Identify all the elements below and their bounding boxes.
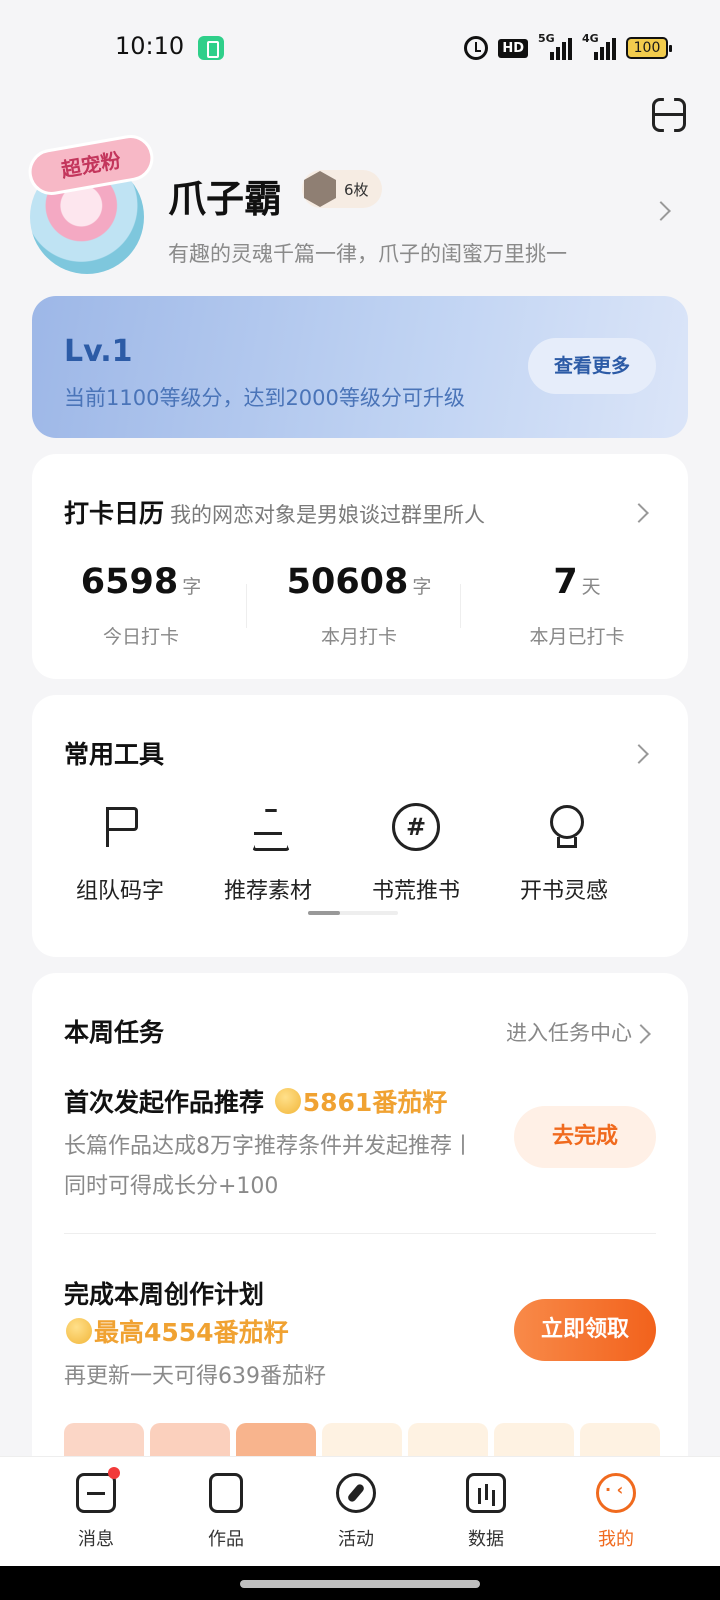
nav-works[interactable]: 作品 (176, 1473, 276, 1551)
nav-data[interactable]: 数据 (436, 1473, 536, 1551)
tool-recommended-material[interactable]: 推荐素材 (198, 803, 338, 905)
status-icons: HD 5G 4G 100 (464, 32, 672, 62)
nav-label: 消息 (78, 1529, 114, 1550)
coin-icon (274, 1088, 301, 1114)
message-icon (76, 1473, 116, 1513)
nav-label: 我的 (598, 1529, 634, 1550)
stat-value: 7 (553, 562, 578, 602)
stat-unit: 字 (182, 576, 202, 598)
compass-icon (336, 1473, 376, 1513)
divider (460, 584, 461, 628)
task-center-chevron-icon[interactable] (631, 1024, 651, 1044)
scroll-thumb (308, 911, 340, 915)
weekly-tasks-title: 本周任务 (64, 1018, 165, 1047)
go-complete-button[interactable]: 去完成 (514, 1106, 656, 1168)
medal-count: 6枚 (344, 181, 369, 199)
hashtag-icon: # (392, 803, 440, 851)
lightbulb-icon (540, 803, 588, 851)
nav-activities[interactable]: 活动 (306, 1473, 406, 1551)
view-more-button[interactable]: 查看更多 (528, 338, 656, 394)
nav-label: 活动 (338, 1529, 374, 1550)
chart-icon (466, 1473, 506, 1513)
checkin-calendar-card[interactable]: 打卡日历 我的网恋对象是男娘谈过群里所人 6598 字 今日打卡 50608 字 本月… (32, 454, 688, 679)
weekly-tasks-card: 本周任务 进入任务中心 首次发起作品推荐 5861番茄籽 长篇作品达成8万字推荐… (32, 973, 688, 1493)
stat-month: 50608 字 本月打卡 (250, 562, 468, 649)
stat-days: 7天 本月已打卡 (468, 562, 686, 649)
level-title: Lv.1 (64, 334, 133, 369)
stat-label: 今日打卡 (102, 626, 179, 648)
home-indicator[interactable] (240, 1580, 480, 1588)
tool-writing-inspiration[interactable]: 开书灵感 (494, 803, 634, 905)
task-center-link[interactable]: 进入任务中心 (506, 1017, 632, 1047)
task-name-row: 首次发起作品推荐 5861番茄籽 (64, 1083, 447, 1119)
task-reward-row: 最高4554番茄籽 (64, 1313, 289, 1349)
hd-icon: HD (498, 38, 528, 58)
claim-now-button[interactable]: 立即领取 (514, 1299, 656, 1361)
divider (64, 1233, 656, 1234)
bottom-nav: 消息 作品 活动 数据 我的 (0, 1456, 720, 1566)
status-time: 10:10 (115, 32, 185, 60)
medal-badge[interactable]: 6枚 (302, 170, 382, 208)
stat-label: 本月打卡 (320, 626, 397, 648)
stat-value: 6598 (80, 562, 179, 602)
tool-team-writing[interactable]: 组队码字 (50, 803, 190, 905)
stat-value: 50608 (286, 562, 409, 602)
works-icon (209, 1473, 243, 1513)
signal-4g-icon: 4G (582, 32, 616, 60)
tool-label: 组队码字 (75, 879, 164, 904)
stat-label: 本月已打卡 (529, 626, 625, 648)
scan-icon[interactable] (652, 98, 686, 132)
tool-label: 开书灵感 (519, 879, 608, 904)
profile-bio: 有趣的灵魂千篇一律，爪子的闺蜜万里挑一 (168, 242, 567, 266)
nav-messages[interactable]: 消息 (46, 1467, 146, 1551)
tool-label: 推荐素材 (223, 879, 312, 904)
tools-chevron-right-icon[interactable] (629, 744, 649, 764)
checkin-title: 打卡日历 (64, 499, 165, 528)
task-description: 长篇作品达成8万字推荐条件并发起推荐丨同时可得成长分+100 (64, 1134, 474, 1199)
coin-icon (66, 1318, 92, 1344)
battery-saver-icon (198, 36, 224, 60)
battery-icon: 100 (626, 37, 672, 59)
nav-label: 数据 (468, 1529, 504, 1550)
divider (246, 584, 247, 628)
tools-title: 常用工具 (64, 740, 165, 769)
level-description: 当前1100等级分，达到2000等级分可升级 (64, 386, 465, 410)
flask-icon (244, 803, 292, 851)
stat-unit: 字 (412, 576, 432, 598)
checkin-subtitle: 我的网恋对象是男娘谈过群里所人 (170, 503, 486, 527)
tool-book-recommendation[interactable]: # 书荒推书 (346, 803, 486, 905)
tool-label: 书荒推书 (371, 879, 460, 904)
tools-card: 常用工具 组队码字 推荐素材 # 书荒推书 开书灵感 (32, 695, 688, 957)
network-5g-label: 5G (538, 32, 555, 45)
network-4g-label: 4G (582, 32, 599, 45)
checkin-chevron-right-icon[interactable] (629, 503, 649, 523)
profile-icon (596, 1473, 636, 1513)
stat-unit: 天 (581, 576, 601, 598)
task-reward: 5861番茄籽 (302, 1088, 448, 1117)
nav-mine[interactable]: 我的 (566, 1473, 666, 1551)
stat-today: 6598 字 今日打卡 (32, 562, 250, 649)
task-name: 首次发起作品推荐 (64, 1088, 265, 1117)
unread-dot (108, 1467, 120, 1479)
nav-label: 作品 (208, 1529, 244, 1550)
username: 爪子霸 (168, 177, 283, 221)
status-bar: 10:10 HD 5G 4G 100 (0, 0, 720, 96)
medal-icon (304, 171, 336, 207)
task-reward: 最高4554番茄籽 (94, 1318, 289, 1347)
task-name: 完成本周创作计划 (64, 1280, 265, 1309)
profile-chevron-right-icon[interactable] (651, 201, 671, 221)
tools-scroll-indicator (308, 911, 398, 915)
alarm-icon (464, 36, 489, 60)
task-description: 再更新一天可得639番茄籽 (64, 1364, 326, 1389)
signal-5g-icon: 5G (538, 32, 572, 60)
flag-icon (96, 803, 144, 851)
checkin-title-row: 打卡日历 我的网恋对象是男娘谈过群里所人 (64, 494, 485, 530)
level-card[interactable]: Lv.1 当前1100等级分，达到2000等级分可升级 查看更多 (32, 296, 688, 438)
